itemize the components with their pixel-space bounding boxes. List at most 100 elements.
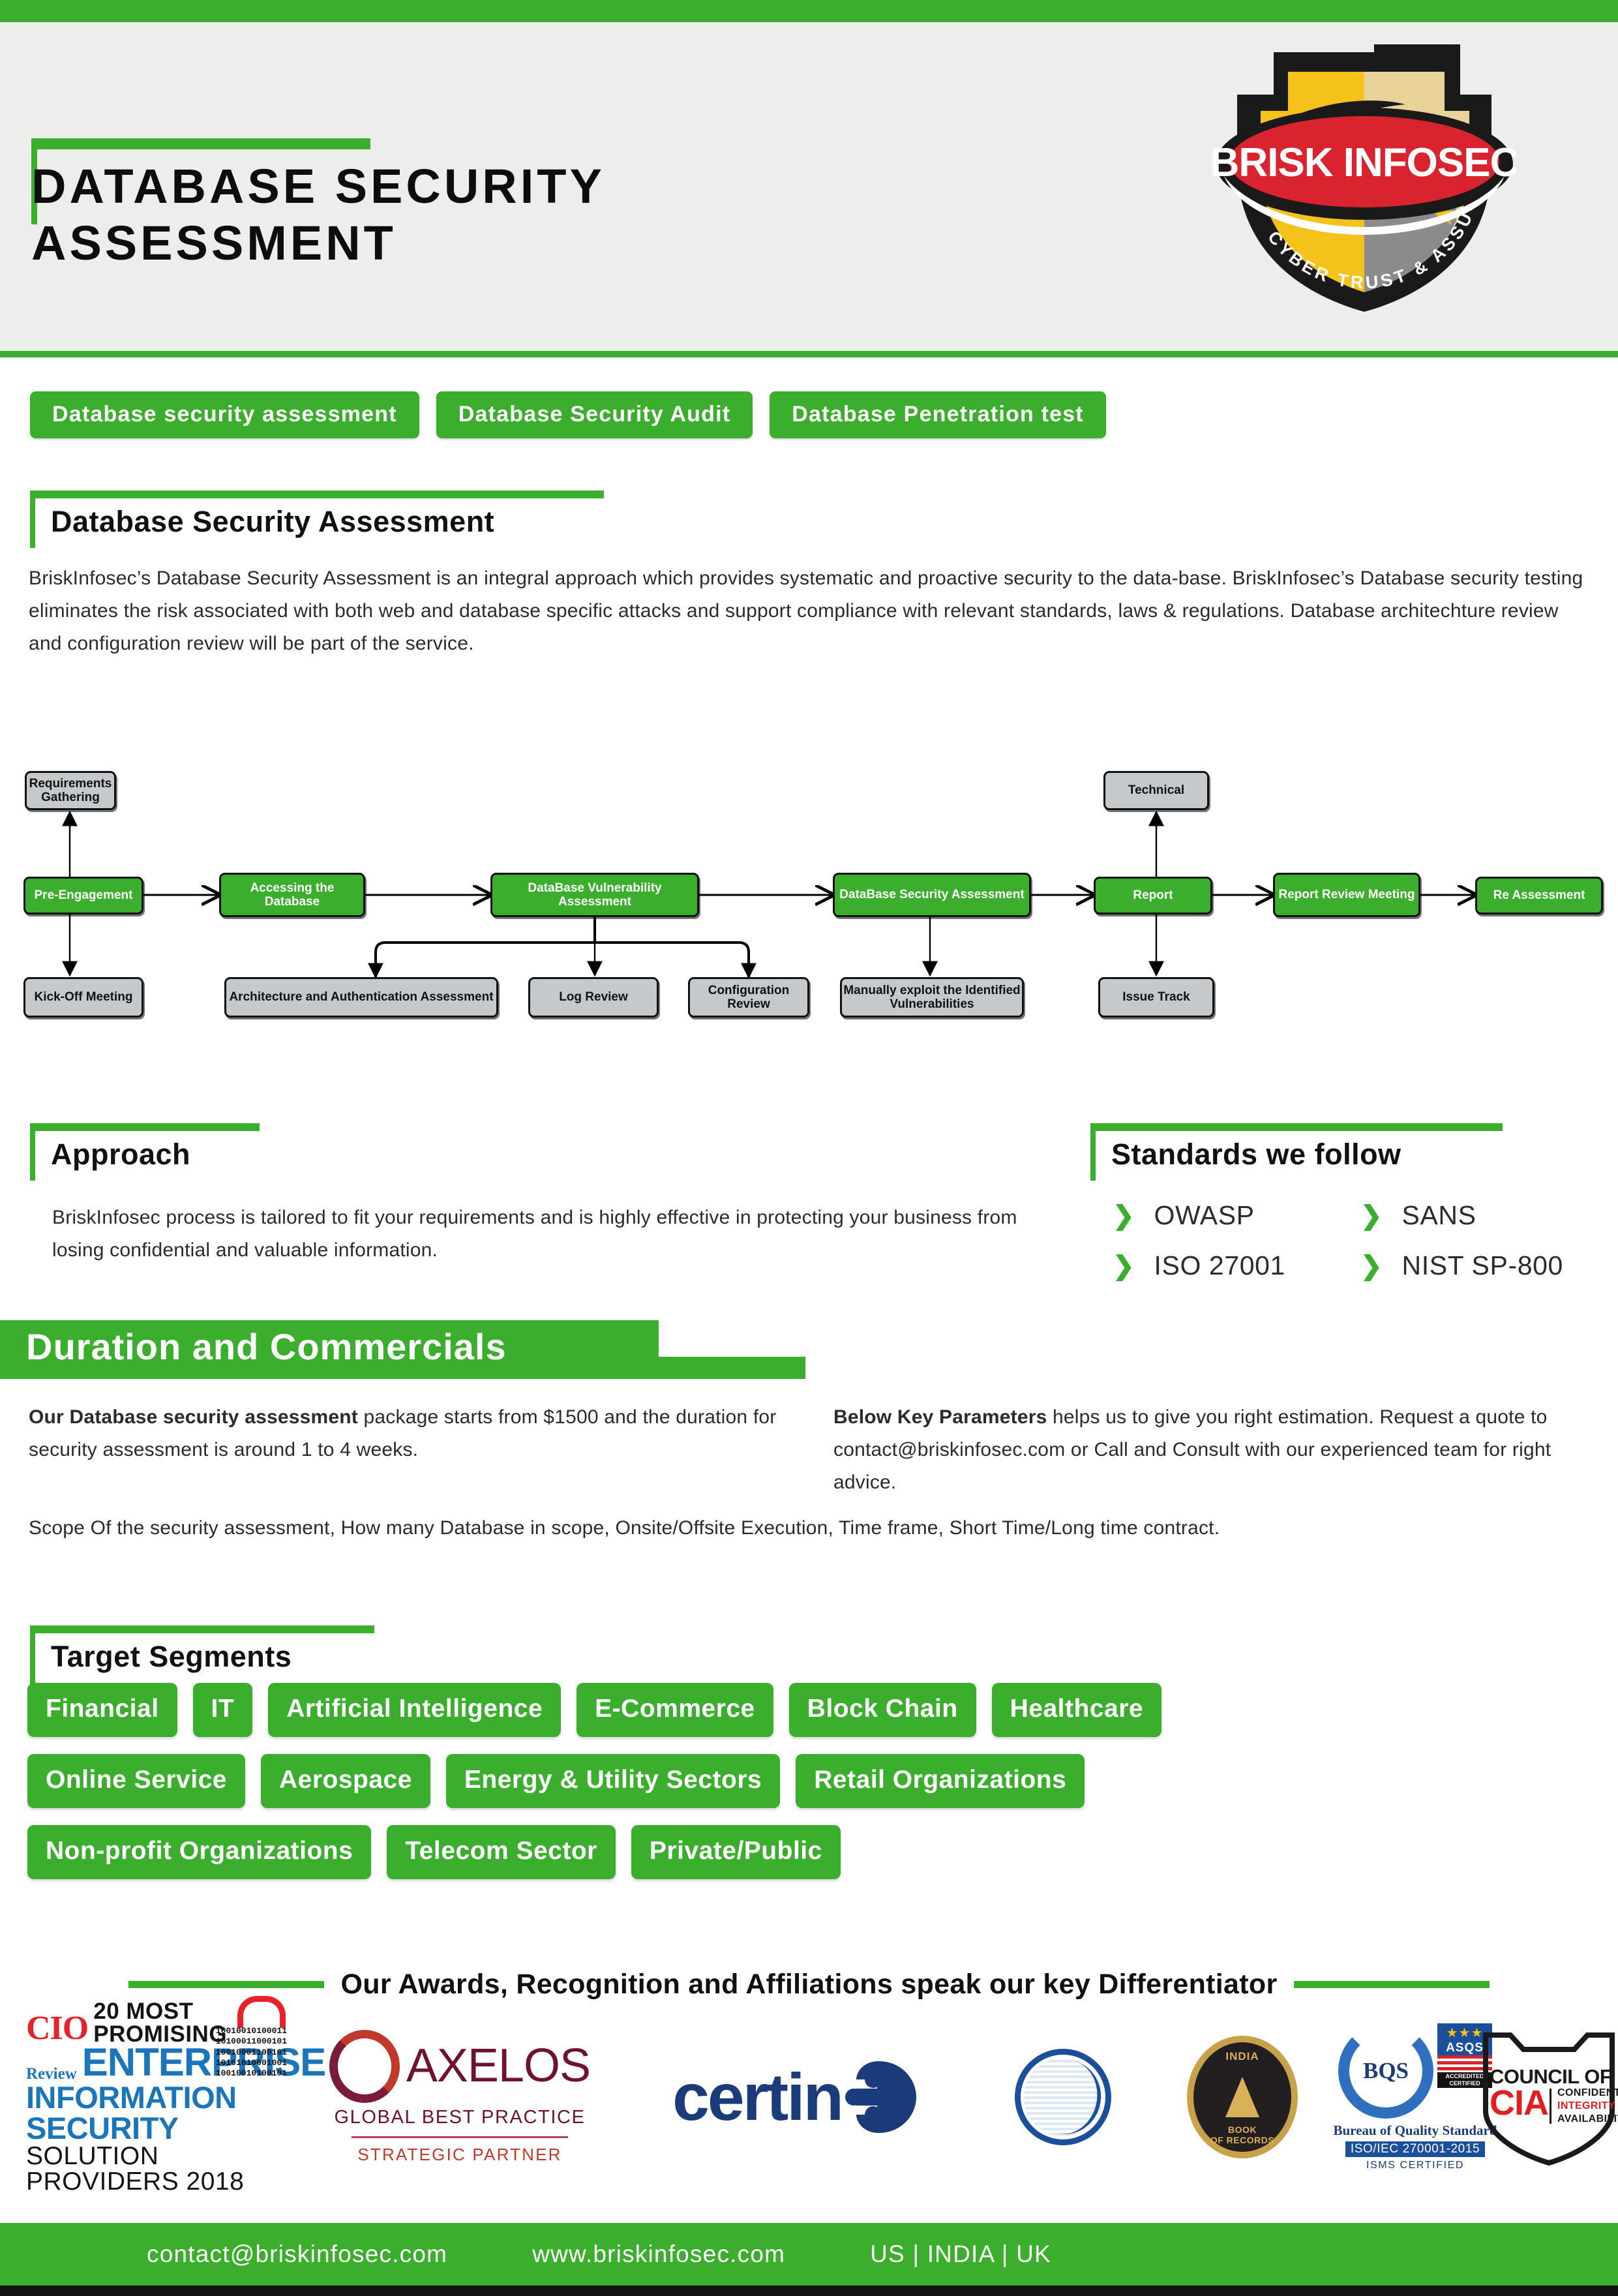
ncdrc-seal-curve (1022, 2053, 1108, 2141)
target-segments-row: Non-profit Organizations Telecom Sector … (27, 1825, 1462, 1879)
chevron-right-icon: ❯ (1113, 1251, 1135, 1280)
segment-financial[interactable]: Financial (27, 1683, 177, 1737)
approach-heading: Approach (30, 1123, 260, 1181)
flow-node-report-review-meeting: Report Review Meeting (1273, 873, 1420, 917)
duration-banner-tail (659, 1357, 805, 1379)
axelos-ring-icon (329, 2029, 400, 2103)
segment-aerospace[interactable]: Aerospace (260, 1754, 430, 1808)
ibr-bottom-label: BOOK OF RECORDS (1210, 2124, 1275, 2145)
header-bottom-rule (0, 351, 1618, 357)
duration-left-paragraph: Our Database security assessment package… (29, 1401, 785, 1466)
intro-heading-accent (30, 491, 35, 548)
bqs-mark: BQS (1362, 2057, 1409, 2083)
approach-heading-label: Approach (51, 1138, 191, 1171)
cio-mark: CIO (26, 2010, 89, 2047)
award-ncdrc-seal (978, 2019, 1148, 2175)
tab-database-security-assessment[interactable]: Database security assessment (30, 391, 419, 438)
flow-node-issue-track: Issue Track (1098, 977, 1214, 1018)
flow-node-database-security-assessment: DataBase Security Assessment (833, 873, 1031, 917)
standard-item-sans: ❯ SANS (1360, 1200, 1608, 1231)
intro-heading-label: Database Security Assessment (51, 505, 495, 538)
segment-online-service[interactable]: Online Service (27, 1754, 245, 1808)
footer-email[interactable]: contact@briskinfosec.com (147, 2241, 447, 2268)
flow-node-re-assessment: Re Assessment (1475, 877, 1603, 914)
flow-node-report: Report (1094, 877, 1212, 914)
standards-heading-accent (1090, 1123, 1096, 1181)
svg-text:BRISK INFOSEC: BRISK INFOSEC (1210, 140, 1516, 185)
padlock-icon (237, 1996, 286, 2028)
flow-node-pre-engagement: Pre-Engagement (23, 877, 143, 914)
target-segments-heading-accent (30, 1625, 35, 1685)
duration-right-paragraph: Below Key Parameters helps us to give yo… (833, 1401, 1596, 1498)
ibr-arrow-icon (1225, 2077, 1259, 2117)
flow-node-log-review: Log Review (528, 977, 659, 1018)
intro-paragraph: BriskInfosec’s Database Security Assessm… (29, 567, 1583, 654)
segment-e-commerce[interactable]: E-Commerce (577, 1683, 773, 1737)
standard-label: ISO 27001 (1154, 1250, 1285, 1280)
standards-row: ❯ OWASP ❯ SANS (1113, 1200, 1608, 1231)
briskinfosec-logo: BRISK INFOSEC CYBER TRUST & ASSURANCE (1202, 16, 1520, 325)
standards-row: ❯ ISO 27001 ❯ NIST SP-800 (1113, 1250, 1608, 1281)
award-india-book-of-records: INDIA BOOK OF RECORDS (1171, 2019, 1314, 2175)
ncdrc-seal-icon (1015, 2049, 1111, 2145)
award-cio-review-logo: 10010010100011 10100011000101 1001000110… (20, 1996, 326, 2194)
segment-telecom-sector[interactable]: Telecom Sector (387, 1825, 616, 1879)
awards-title-label: Our Awards, Recognition and Affiliations… (340, 1969, 1278, 2000)
segment-retail-organizations[interactable]: Retail Organizations (796, 1754, 1085, 1808)
standard-item-owasp: ❯ OWASP (1113, 1200, 1360, 1231)
award-certin-logo: certin (642, 2019, 949, 2175)
standard-label: OWASP (1154, 1200, 1255, 1230)
cio-line2: ENTERPRISE (82, 2040, 326, 2084)
standards-heading-label: Standards we follow (1111, 1138, 1401, 1171)
tab-database-security-audit[interactable]: Database Security Audit (436, 391, 753, 438)
chevron-right-icon: ❯ (1360, 1251, 1383, 1280)
award-council-of-cia-logo: COUNCIL OF CIA CONFIDENTIALITY INTEGRITY… (1467, 2019, 1618, 2175)
approach-heading-accent (30, 1123, 35, 1181)
segment-energy-utility-sectors[interactable]: Energy & Utility Sectors (445, 1754, 781, 1808)
award-axelos-logo: AXELOS GLOBAL BEST PRACTICE STRATEGIC PA… (320, 2019, 600, 2175)
target-segments-heading: Target Segments (30, 1625, 374, 1685)
flow-node-manually-exploit: Manually exploit the Identified Vulnerab… (840, 977, 1024, 1018)
cia-divider (1550, 2088, 1551, 2124)
segment-private-public[interactable]: Private/Public (631, 1825, 841, 1879)
footer-website[interactable]: www.briskinfosec.com (532, 2241, 785, 2268)
title-accent-horizontal (31, 138, 370, 149)
tab-database-penetration-test[interactable]: Database Penetration test (770, 391, 1106, 438)
standards-heading: Standards we follow (1090, 1123, 1503, 1181)
segment-non-profit-organizations[interactable]: Non-profit Organizations (27, 1825, 372, 1879)
india-book-of-records-seal-icon: INDIA BOOK OF RECORDS (1187, 2036, 1298, 2158)
standards-list: ❯ OWASP ❯ SANS ❯ ISO 27001 ❯ NIST SP-800 (1113, 1200, 1608, 1301)
duration-right-bold: Below Key Parameters (833, 1406, 1047, 1428)
flow-node-technical: Technical (1103, 771, 1209, 810)
duration-heading-label: Duration and Commercials (26, 1326, 507, 1367)
approach-paragraph: BriskInfosec process is tailored to fit … (52, 1207, 1017, 1261)
awards-rule-left (128, 1981, 324, 1988)
awards-rule-right (1294, 1981, 1490, 1988)
target-segments-heading-rule (30, 1625, 374, 1633)
duration-scope-paragraph: Scope Of the security assessment, How ma… (29, 1517, 1220, 1539)
bqs-iso-label: ISO/IEC 270001-2015 (1345, 2141, 1486, 2157)
chevron-right-icon: ❯ (1113, 1201, 1135, 1230)
segment-block-chain[interactable]: Block Chain (788, 1683, 976, 1737)
standard-label: NIST SP-800 (1401, 1250, 1563, 1280)
flow-node-architecture-and-authentication-assessment: Architecture and Authentication Assessme… (224, 977, 498, 1018)
cia-word-integrity: INTEGRITY (1557, 2100, 1615, 2111)
footer-locations: US | INDIA | UK (870, 2241, 1051, 2267)
page-title: DATABASE SECURITY ASSESSMENT (31, 158, 944, 272)
poster-page: DATABASE SECURITY ASSESSMENT BRISK INFOS… (0, 0, 1618, 2296)
certin-plug-icon (839, 2057, 919, 2137)
segment-artificial-intelligence[interactable]: Artificial Intelligence (268, 1683, 562, 1737)
cio-line3: INFORMATION SECURITY (26, 2080, 237, 2145)
segment-it[interactable]: IT (192, 1683, 253, 1737)
cia-word-confidentiality: CONFIDENTIALITY (1557, 2087, 1618, 2098)
cio-line4: SOLUTION PROVIDERS 2018 (26, 2142, 245, 2196)
target-segments-list: Financial IT Artificial Intelligence E-C… (27, 1683, 1462, 1896)
bqs-circle-icon: BQS (1338, 2023, 1433, 2119)
cia-word-availability: AVAILABILITY (1557, 2113, 1618, 2124)
approach-heading-rule (30, 1123, 260, 1131)
chevron-right-icon: ❯ (1360, 1201, 1383, 1230)
certin-name: certin (672, 2059, 844, 2134)
segment-healthcare[interactable]: Healthcare (991, 1683, 1162, 1737)
flow-node-requirements-gathering: Requirements Gathering (25, 771, 116, 810)
flow-node-kick-off-meeting: Kick-Off Meeting (23, 977, 143, 1018)
